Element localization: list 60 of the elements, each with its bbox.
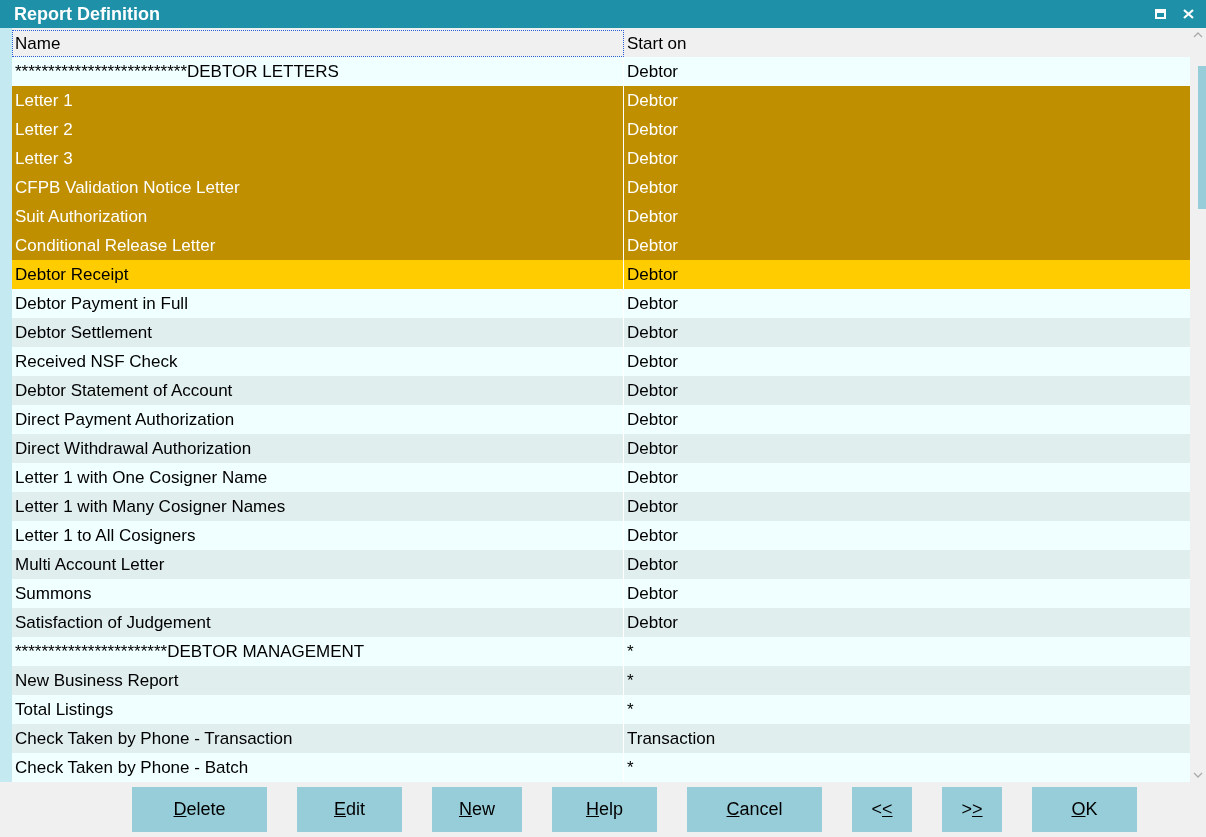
column-header[interactable]: Start on — [624, 30, 687, 57]
table-row[interactable]: Received NSF Check Debtor — [12, 347, 1190, 376]
dialog-button[interactable]: >> — [942, 787, 1002, 832]
table-cell: Check Taken by Phone - Batch — [12, 753, 624, 782]
table-cell-text: Debtor — [626, 380, 680, 402]
table-row[interactable]: Direct Payment Authorization Debtor — [12, 405, 1190, 434]
window-title: Report Definition — [14, 2, 160, 26]
table-row[interactable]: Satisfaction of Judgement Debtor — [12, 608, 1190, 637]
table-cell-text: Debtor — [626, 496, 680, 518]
table-cell-text: Debtor — [626, 467, 680, 489]
table-cell-text: Debtor — [626, 264, 680, 286]
scrollbar-thumb[interactable] — [1198, 66, 1206, 210]
table-cell-text: Debtor — [626, 293, 680, 315]
table-row[interactable]: New Business Report * — [12, 666, 1190, 695]
dialog-button[interactable]: Help — [552, 787, 657, 832]
table-row[interactable]: Multi Account Letter Debtor — [12, 550, 1190, 579]
table-cell-text: Debtor — [626, 235, 680, 257]
dialog-button[interactable]: Delete — [132, 787, 267, 832]
table-row[interactable]: Debtor Payment in Full Debtor — [12, 289, 1190, 318]
table-row[interactable]: Debtor Receipt Debtor — [12, 260, 1190, 289]
table-cell-text: Transaction — [626, 728, 717, 750]
table-cell-text: Debtor — [626, 61, 680, 83]
table-row[interactable]: Letter 1 with One Cosigner Name Debtor — [12, 463, 1190, 492]
dialog-button[interactable]: New — [432, 787, 522, 832]
table-cell-text: Debtor — [626, 148, 680, 170]
table-row[interactable]: Summons Debtor — [12, 579, 1190, 608]
scroll-up-icon[interactable] — [1193, 32, 1203, 39]
table-cell-text: * — [626, 641, 635, 663]
dialog-button[interactable]: OK — [1032, 787, 1137, 832]
table-cell-text: * — [626, 699, 635, 721]
table-row[interactable]: Debtor Statement of Account Debtor — [12, 376, 1190, 405]
table-row[interactable]: Total Listings * — [12, 695, 1190, 724]
table-row[interactable]: **************************DEBTOR LETTERS Debtor — [12, 57, 1190, 86]
table-row[interactable]: Letter 1 with Many Cosigner Names Debtor — [12, 492, 1190, 521]
table-cell-text: Debtor — [626, 554, 680, 576]
table-cell-text: Debtor — [626, 409, 680, 431]
table-cell-text: Debtor — [626, 351, 680, 373]
scroll-down-icon[interactable] — [1193, 771, 1203, 778]
table-cell-text: Debtor — [626, 206, 680, 228]
table-cell-text: Debtor — [626, 525, 680, 547]
table-row[interactable]: Direct Withdrawal Authorization Debtor — [12, 434, 1190, 463]
table-cell-text: * — [626, 757, 635, 779]
close-icon[interactable] — [1183, 9, 1194, 19]
dialog-button[interactable]: << — [852, 787, 912, 832]
maximize-icon[interactable] — [1155, 9, 1166, 19]
table-cell-text: * — [626, 670, 635, 692]
table-row[interactable]: Letter 1 to All Cosigners Debtor — [12, 521, 1190, 550]
table-row[interactable]: ***********************DEBTOR MANAGEMENT * — [12, 637, 1190, 666]
table-cell-text: Debtor — [626, 177, 680, 199]
table-row[interactable]: Debtor Settlement Debtor — [12, 318, 1190, 347]
table-cell-text: Debtor — [626, 90, 680, 112]
table-cell-text: Debtor — [626, 438, 680, 460]
table-cell-text: Debtor — [626, 322, 680, 344]
dialog-button[interactable]: Cancel — [687, 787, 822, 832]
table-cell-text: Debtor — [626, 119, 680, 141]
table-cell-text: Debtor — [626, 583, 680, 605]
table-cell-text: Debtor — [626, 612, 680, 634]
table-row[interactable]: Check Taken by Phone - Batch * — [12, 753, 1190, 782]
dialog-button[interactable]: Edit — [297, 787, 402, 832]
table-row[interactable]: Check Taken by Phone - Transaction Transaction — [12, 724, 1190, 753]
